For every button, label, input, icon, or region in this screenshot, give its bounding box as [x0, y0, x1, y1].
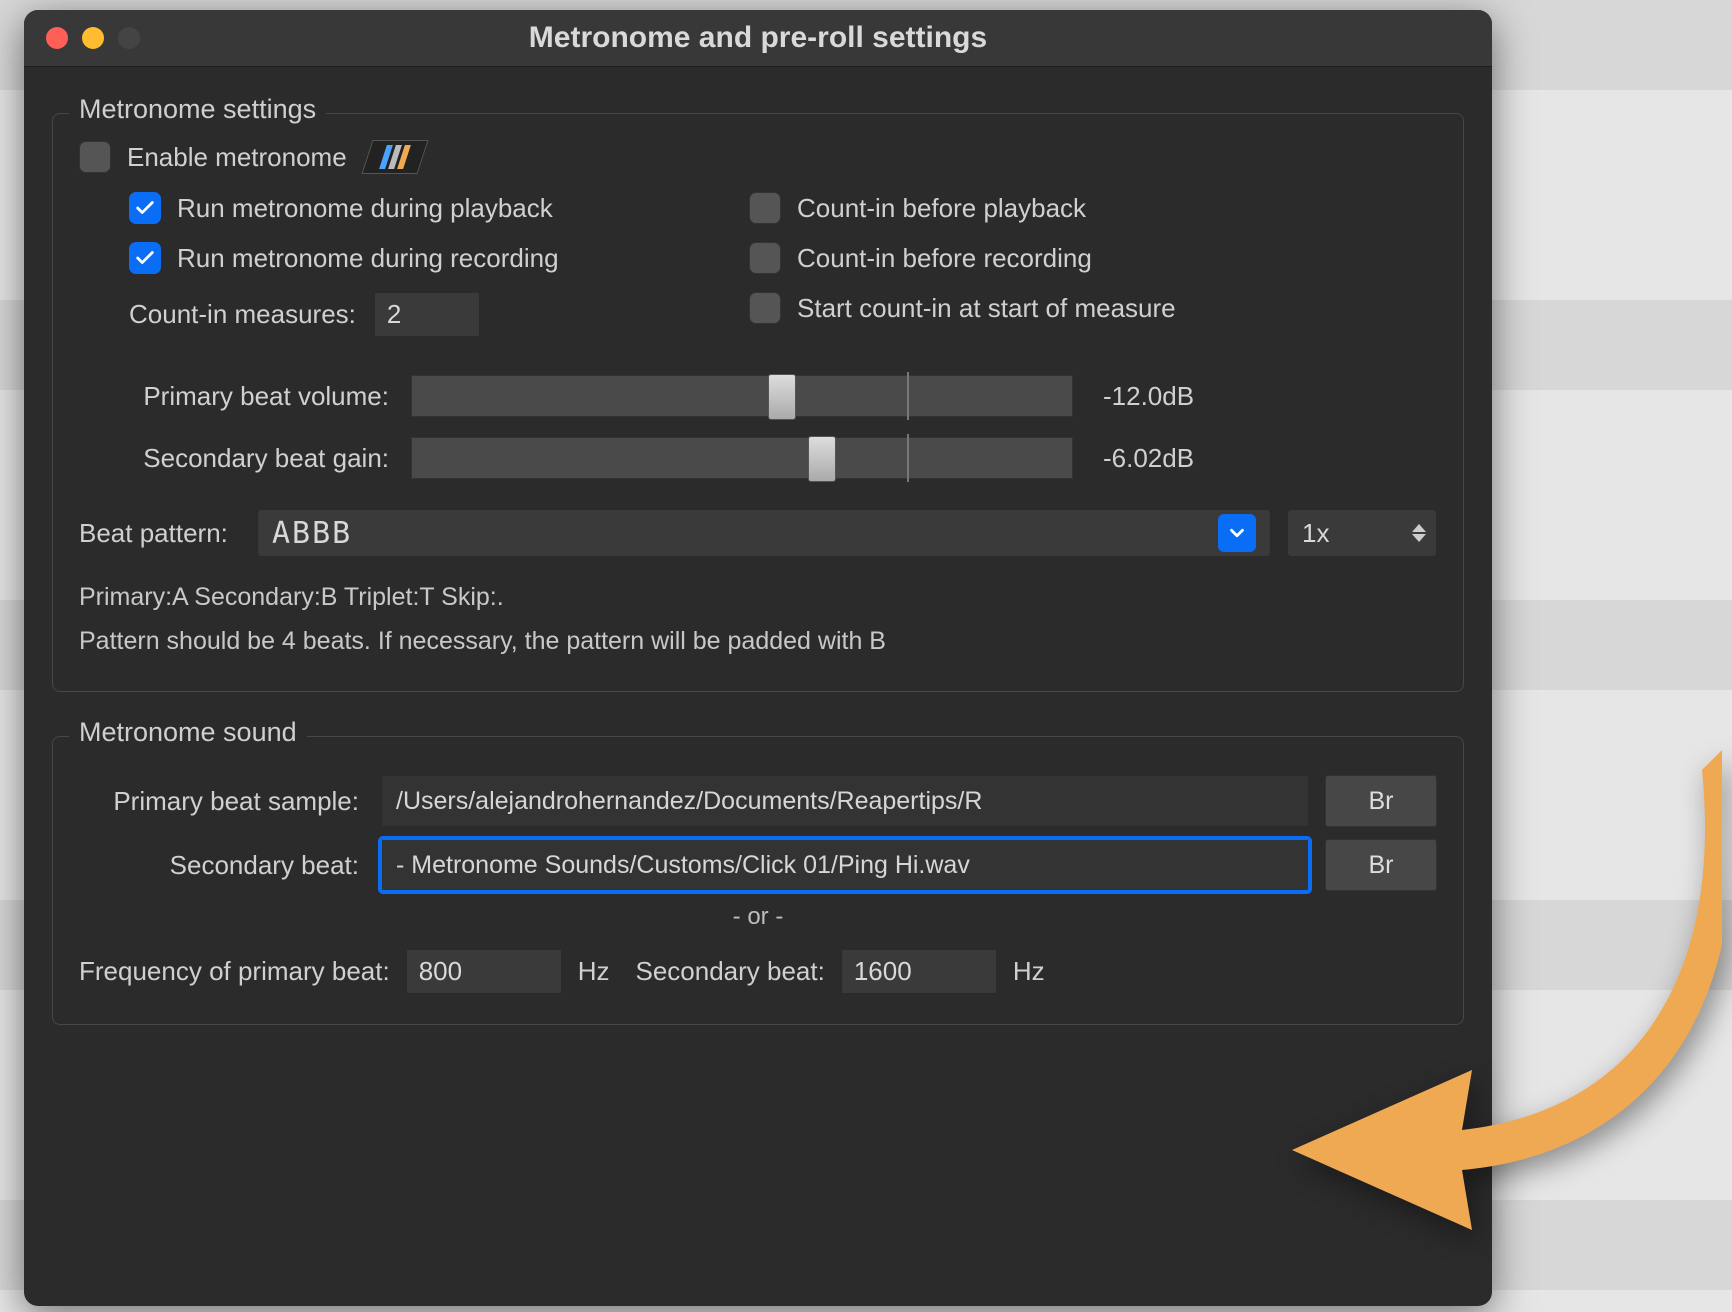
label-countin-measures: Count-in measures: — [129, 299, 356, 330]
label-hz-2: Hz — [1013, 956, 1045, 987]
label-primary-volume: Primary beat volume: — [79, 381, 411, 412]
window-title: Metronome and pre-roll settings — [24, 21, 1492, 55]
label-secondary-gain: Secondary beat gain: — [79, 443, 411, 474]
label-run-playback: Run metronome during playback — [177, 193, 553, 224]
label-secondary-sample: Secondary beat: — [79, 850, 381, 881]
input-countin-measures[interactable] — [374, 292, 480, 337]
primary-sample-value: /Users/alejandrohernandez/Documents/Reap… — [396, 787, 982, 816]
label-primary-sample: Primary beat sample: — [79, 786, 381, 817]
select-multiplier[interactable]: 1x — [1287, 509, 1437, 557]
hint-pattern-note: Pattern should be 4 beats. If necessary,… — [79, 621, 1437, 661]
checkbox-run-recording[interactable] — [129, 242, 161, 274]
input-secondary-sample[interactable]: - Metronome Sounds/Customs/Click 01/Ping… — [381, 839, 1309, 891]
label-countin-recording: Count-in before recording — [797, 243, 1092, 274]
label-hz-1: Hz — [578, 956, 610, 987]
beat-pattern-dropdown[interactable] — [1218, 514, 1256, 552]
group-metronome-sound: Metronome sound Primary beat sample: /Us… — [52, 736, 1464, 1025]
label-freq-secondary: Secondary beat: — [635, 956, 824, 987]
group-title-sound: Metronome sound — [69, 717, 307, 748]
check-icon — [134, 247, 156, 269]
group-metronome-settings: Metronome settings Enable metronome — [52, 113, 1464, 692]
label-countin-playback: Count-in before playback — [797, 193, 1086, 224]
label-enable-metronome: Enable metronome — [127, 142, 347, 173]
value-secondary-gain: -6.02dB — [1103, 443, 1253, 474]
multiplier-value: 1x — [1302, 518, 1329, 549]
titlebar: Metronome and pre-roll settings — [24, 10, 1492, 67]
slider-thumb[interactable] — [808, 436, 836, 482]
checkbox-start-at-measure[interactable] — [749, 292, 781, 324]
stepper-icon — [1412, 524, 1426, 542]
label-beat-pattern: Beat pattern: — [79, 518, 257, 549]
slider-secondary-gain[interactable] — [411, 437, 1073, 479]
browse-primary-button[interactable]: Br — [1325, 775, 1437, 827]
input-freq-secondary[interactable] — [841, 949, 997, 994]
beat-pattern-value: ABBB — [272, 516, 352, 551]
input-freq-primary[interactable] — [406, 949, 562, 994]
input-primary-sample[interactable]: /Users/alejandrohernandez/Documents/Reap… — [381, 775, 1309, 827]
value-primary-volume: -12.0dB — [1103, 381, 1253, 412]
label-or: - or - — [79, 903, 1437, 931]
label-run-recording: Run metronome during recording — [177, 243, 559, 274]
label-freq-primary: Frequency of primary beat: — [79, 956, 390, 987]
check-icon — [134, 197, 156, 219]
browse-secondary-button[interactable]: Br — [1325, 839, 1437, 891]
checkbox-enable-metronome[interactable] — [79, 141, 111, 173]
settings-window: Metronome and pre-roll settings Metronom… — [24, 10, 1492, 1306]
hint-pattern-legend: Primary:A Secondary:B Triplet:T Skip:. — [79, 577, 1437, 617]
chevron-down-icon — [1226, 522, 1248, 544]
metronome-icon[interactable] — [361, 140, 428, 174]
checkbox-countin-playback[interactable] — [749, 192, 781, 224]
checkbox-countin-recording[interactable] — [749, 242, 781, 274]
group-title-settings: Metronome settings — [69, 94, 326, 125]
checkbox-run-playback[interactable] — [129, 192, 161, 224]
label-start-at-measure: Start count-in at start of measure — [797, 293, 1176, 324]
slider-thumb[interactable] — [768, 374, 796, 420]
slider-primary-volume[interactable] — [411, 375, 1073, 417]
secondary-sample-value: - Metronome Sounds/Customs/Click 01/Ping… — [396, 851, 970, 880]
input-beat-pattern[interactable]: ABBB — [257, 509, 1271, 557]
